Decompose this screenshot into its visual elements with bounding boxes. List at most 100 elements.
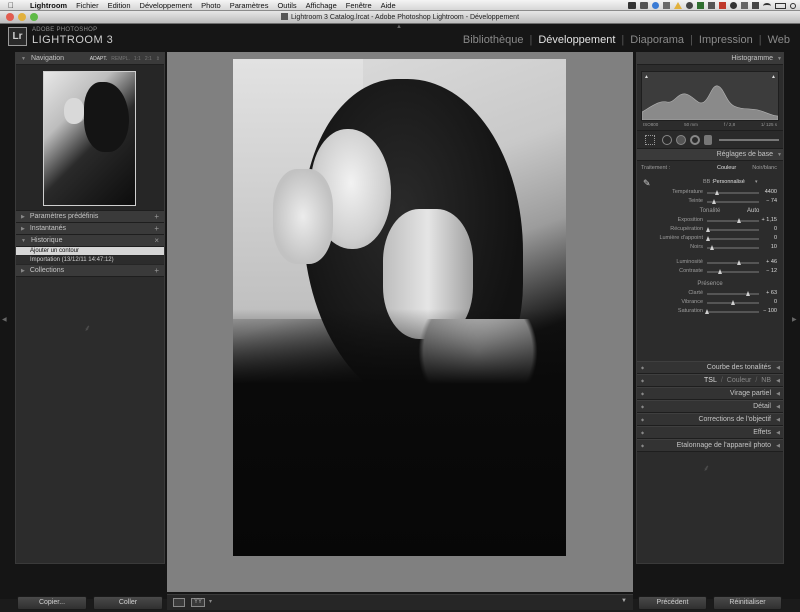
slider-thumb[interactable] (714, 190, 719, 195)
module-develop[interactable]: Développement (538, 34, 615, 46)
menu-parametres[interactable]: Paramètres (230, 1, 269, 10)
lens-corrections-header[interactable]: ◆ Corrections de l'objectif ◀ (637, 413, 783, 426)
menu-fenetre[interactable]: Fenêtre (346, 1, 372, 10)
detail-header[interactable]: ◆ Détail ◀ (637, 400, 783, 413)
hsl-tab-bw[interactable]: NB (761, 377, 771, 384)
panel-switch-icon[interactable]: ◆ (641, 430, 644, 435)
slider-value[interactable]: − 12 (766, 267, 777, 276)
menu-edition[interactable]: Edition (108, 1, 131, 10)
treatment-color-option[interactable]: Couleur (717, 163, 736, 174)
slider-track[interactable] (707, 190, 759, 195)
hsl-tab-tsl[interactable]: TSL (704, 377, 717, 384)
snapshots-header[interactable]: ▶ Instantanés + (16, 223, 164, 235)
zoom-2-1[interactable]: 2:1 (145, 56, 152, 62)
zoom-fill[interactable]: REMPL. (111, 56, 130, 62)
zoom-window-button[interactable] (30, 13, 38, 21)
tone-auto-button[interactable]: Auto (747, 206, 759, 216)
menu-app[interactable]: Lightroom (30, 1, 67, 10)
status-icon[interactable] (628, 2, 636, 9)
slider-thumb[interactable] (730, 300, 735, 305)
panel-switch-icon[interactable]: ◆ (641, 391, 644, 396)
panel-switch-icon[interactable]: ◆ (641, 404, 644, 409)
hsl-header[interactable]: ◆ TSL / Couleur / NB ◀ (637, 374, 783, 387)
add-collection-icon[interactable]: + (154, 266, 159, 275)
slider-track[interactable] (707, 291, 759, 296)
panel-switch-icon[interactable]: ◆ (641, 365, 644, 370)
adjustment-brush-icon[interactable] (719, 139, 779, 141)
battery-icon[interactable] (775, 2, 786, 9)
camera-calibration-header[interactable]: ◆ Etalonnage de l'appareil photo ◀ (637, 439, 783, 452)
slider-value[interactable]: 0 (774, 225, 777, 234)
status-icon[interactable] (663, 2, 670, 9)
panel-switch-icon[interactable]: ◆ (641, 417, 644, 422)
effects-header[interactable]: ◆ Effets ◀ (637, 426, 783, 439)
menu-developpement[interactable]: Développement (140, 1, 193, 10)
navigation-header[interactable]: ▼ Navigation ADAPT. REMPL. 1:1 2:1 ⇕ (16, 53, 164, 65)
slider-thumb[interactable] (717, 269, 722, 274)
zoom-more-icon[interactable]: ⇕ (156, 56, 160, 62)
clear-history-icon[interactable]: × (154, 236, 159, 245)
status-icon[interactable] (640, 2, 648, 9)
presets-header[interactable]: ▶ Paramètres prédéfinis + (16, 211, 164, 223)
photo-canvas[interactable] (167, 52, 633, 592)
menu-fichier[interactable]: Fichier (76, 1, 99, 10)
slider-value[interactable]: − 74 (766, 197, 777, 206)
tone-curve-header[interactable]: ◆ Courbe des tonalités ◀ (637, 361, 783, 374)
volume-icon[interactable] (752, 2, 759, 9)
module-library[interactable]: Bibliothèque (463, 34, 524, 46)
add-preset-icon[interactable]: + (154, 212, 159, 221)
toolbar-dropdown-icon[interactable]: ▾ (209, 598, 212, 605)
slider-thumb[interactable] (736, 260, 741, 265)
status-icon[interactable] (730, 2, 737, 9)
highlight-clipping-icon[interactable]: ▲ (771, 74, 776, 80)
slider-value[interactable]: 0 (774, 298, 777, 307)
module-slideshow[interactable]: Diaporama (630, 34, 684, 46)
slider-track[interactable] (707, 300, 759, 305)
slider-track[interactable] (707, 260, 759, 265)
graduated-filter-icon[interactable] (704, 135, 712, 145)
wb-select[interactable]: Personnalisé (713, 176, 745, 188)
spot-removal-icon[interactable] (662, 135, 672, 145)
slider-value[interactable]: + 63 (766, 289, 777, 298)
slider-value[interactable]: 4400 (765, 188, 777, 197)
panel-switch-icon[interactable]: ◆ (641, 443, 644, 448)
wb-dropdown-icon[interactable]: ▾ (755, 176, 758, 188)
treatment-bw-option[interactable]: Noir/blanc (752, 163, 777, 174)
minimize-window-button[interactable] (18, 13, 26, 21)
main-photo[interactable] (233, 59, 566, 556)
slider-value[interactable]: + 1,15 (762, 216, 777, 225)
history-item[interactable]: Importation (13/12/11 14:47:12) (16, 256, 164, 265)
before-after-button[interactable]: YY (191, 598, 205, 607)
slider-track[interactable] (707, 218, 759, 223)
status-icon[interactable] (741, 2, 748, 9)
status-icon[interactable] (708, 2, 715, 9)
module-print[interactable]: Impression (699, 34, 753, 46)
status-icon[interactable] (652, 2, 659, 9)
spotlight-icon[interactable] (790, 2, 796, 9)
navigator-thumbnail[interactable] (43, 71, 136, 206)
hsl-tab-color[interactable]: Couleur (727, 377, 752, 384)
crop-tool-icon[interactable] (645, 135, 655, 145)
history-header[interactable]: ▼ Historique × (16, 235, 164, 247)
histogram-graph[interactable]: ▲ ▲ (641, 71, 779, 121)
slider-track[interactable] (705, 236, 759, 241)
history-item[interactable]: Ajouter un contour (16, 247, 164, 256)
basic-header[interactable]: Réglages de base ▼ (637, 149, 783, 161)
menu-outils[interactable]: Outils (277, 1, 296, 10)
reset-button[interactable]: Réinitialiser (713, 596, 782, 610)
menu-affichage[interactable]: Affichage (306, 1, 337, 10)
status-icon[interactable] (697, 2, 704, 9)
slider-value[interactable]: 0 (774, 234, 777, 243)
slider-thumb[interactable] (705, 227, 710, 232)
radial-tool-icon[interactable] (690, 135, 700, 145)
add-snapshot-icon[interactable]: + (154, 224, 159, 233)
status-icon[interactable] (686, 2, 693, 9)
slider-track[interactable] (707, 269, 759, 274)
previous-button[interactable]: Précédent (638, 596, 707, 610)
left-panel-toggle-icon[interactable]: ◀ (2, 316, 7, 323)
histogram-header[interactable]: Histogramme ▼ (637, 53, 783, 65)
right-panel-toggle-icon[interactable]: ▶ (792, 316, 797, 323)
slider-thumb[interactable] (736, 218, 741, 223)
red-eye-icon[interactable] (676, 135, 686, 145)
apple-icon[interactable]:  (8, 1, 18, 10)
